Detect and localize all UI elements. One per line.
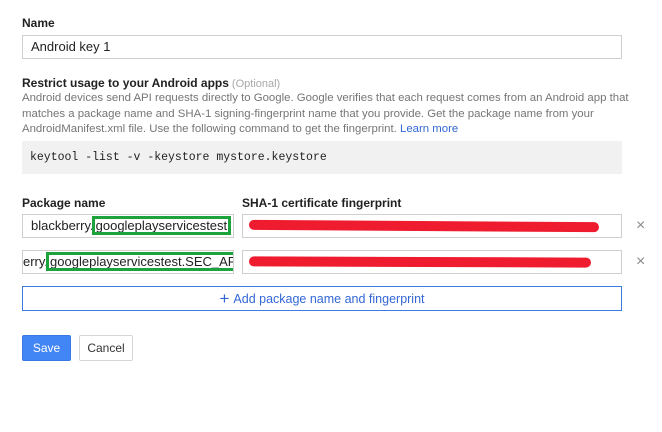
desc-line-3: AndroidManifest.xml file. Use the follow… [22,122,622,138]
plus-icon: + [219,289,230,308]
desc-line-3-text: AndroidManifest.xml file. Use the follow… [22,123,397,136]
save-button[interactable]: Save [22,335,71,361]
redaction-mark [248,256,592,268]
desc-line-2: matches a package name and SHA-1 signing… [22,107,594,120]
name-label: Name [22,16,55,30]
restrict-title-text: Restrict usage to your Android apps [22,76,229,90]
cancel-button[interactable]: Cancel [79,335,133,361]
add-package-label: Add package name and fingerprint [233,291,425,306]
package-prefix: blackberry. [31,218,94,233]
restrict-description: Android devices send API requests direct… [22,91,629,138]
package-name-header: Package name [22,196,106,210]
learn-more-link[interactable]: Learn more [400,123,458,135]
sha1-fingerprint-input[interactable] [242,250,622,274]
restrict-title: Restrict usage to your Android apps (Opti… [22,76,280,90]
remove-row-icon[interactable]: × [636,218,645,234]
optional-tag: (Optional) [231,78,281,90]
sha1-header: SHA-1 certificate fingerprint [242,196,402,210]
highlight-box: googleplayservicestest.SEC_APP [46,252,233,271]
remove-row-icon[interactable]: × [636,254,645,270]
keytool-command: keytool -list -v -keystore mystore.keyst… [22,141,622,174]
desc-line-1: Android devices send API requests direct… [22,92,629,104]
sha1-fingerprint-input[interactable] [242,214,622,238]
package-name-input[interactable]: blackberry. googleplayservicestest [22,214,234,238]
add-package-button[interactable]: + Add package name and fingerprint [22,286,622,311]
redaction-mark [248,219,600,233]
name-input[interactable]: Android key 1 [22,35,622,59]
package-name-input[interactable]: erry. googleplayservicestest.SEC_APP [22,250,234,274]
highlight-box: googleplayservicestest [91,216,232,235]
package-prefix: erry. [23,254,49,269]
